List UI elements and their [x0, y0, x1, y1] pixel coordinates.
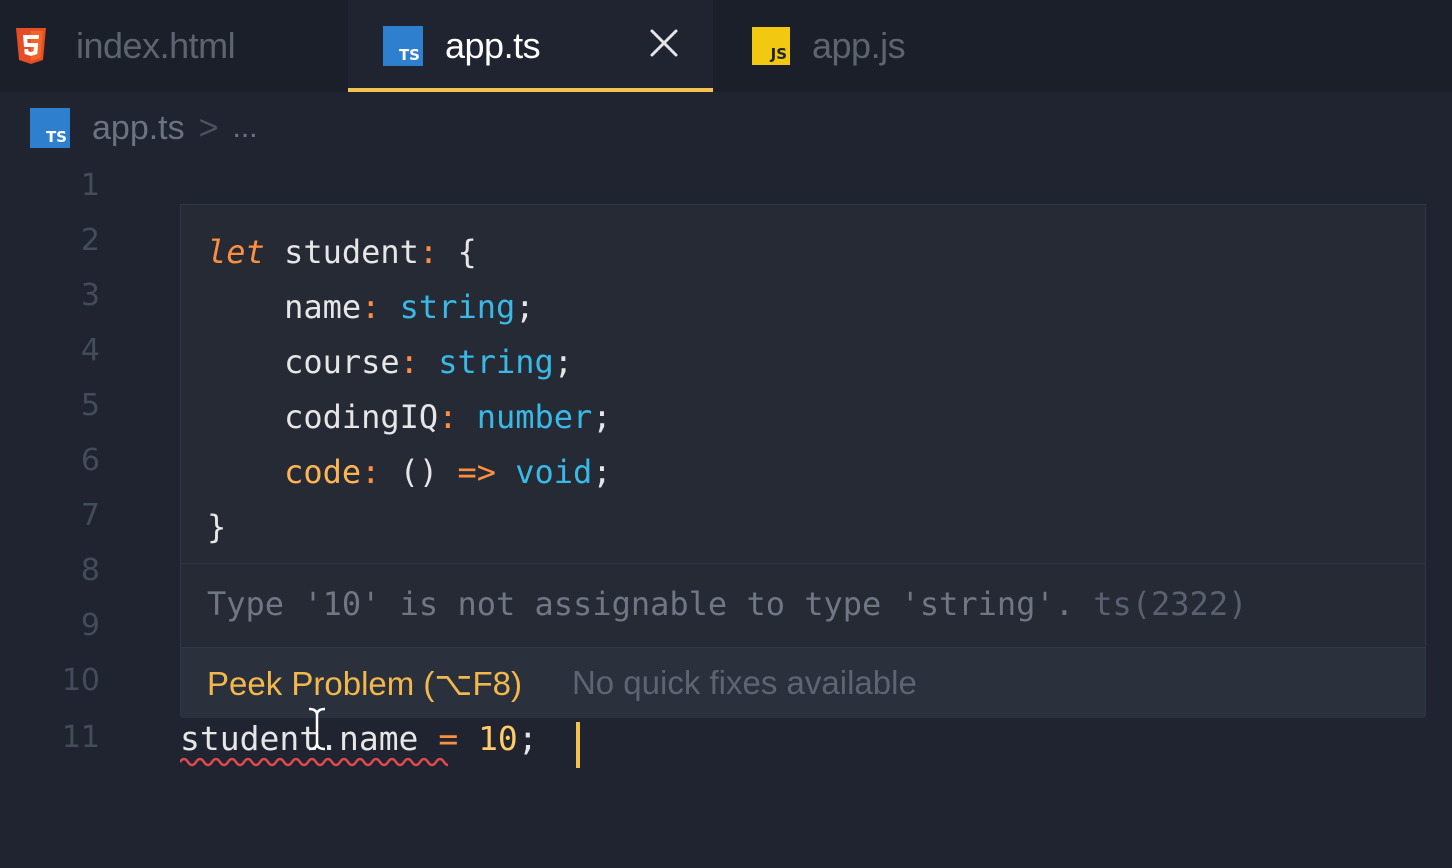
code-type: void [515, 453, 593, 491]
code-property: codingIQ [284, 398, 439, 436]
hover-divider [181, 563, 1425, 564]
js-badge-text: JS [770, 45, 787, 63]
no-quick-fixes-text: No quick fixes available [571, 664, 917, 701]
line-number: 9 [80, 608, 100, 643]
breadcrumb-more[interactable]: ... [232, 111, 257, 145]
code-identifier: student [180, 719, 320, 758]
text-cursor [576, 722, 580, 768]
breadcrumb-file[interactable]: app.ts [92, 109, 185, 148]
line-number: 5 [80, 388, 100, 423]
ts-badge-text: TS [45, 128, 67, 146]
diagnostic-message: Type '10' is not assignable to type 'str… [207, 585, 1247, 623]
line-number: 6 [80, 443, 100, 478]
code-property: name [338, 719, 419, 758]
code-semicolon: ; [592, 453, 612, 491]
code-property: name [284, 288, 362, 326]
code-type: string [438, 343, 554, 381]
editor-window: index.html TS app.ts JS app.js TS app.ts… [0, 0, 1452, 868]
code-colon: : [399, 343, 419, 381]
code-colon: : [438, 398, 458, 436]
code-semicolon: ; [515, 288, 535, 326]
code-parens: () [399, 453, 439, 491]
code-colon: : [361, 453, 381, 491]
code-colon: : [418, 233, 439, 271]
hover-actions-bar: Peek Problem (⌥F8) No quick fixes availa… [181, 647, 1425, 718]
code-brace: } [207, 508, 227, 546]
line-number: 1 [80, 168, 100, 203]
ibeam-cursor-icon [308, 707, 326, 751]
typescript-icon: TS [30, 108, 70, 148]
tab-bar: index.html TS app.ts JS app.js [0, 0, 1452, 92]
code-keyword: let [207, 233, 265, 271]
code-semicolon: ; [592, 398, 612, 436]
tab-label: app.ts [445, 25, 541, 66]
hover-type-signature: let student: { name: string; course: str… [207, 225, 612, 555]
javascript-icon: JS [752, 27, 790, 65]
diagnostic-code: ts(2322) [1093, 585, 1248, 623]
line-number: 4 [80, 333, 100, 368]
tab-app-js[interactable]: JS app.js [752, 0, 1052, 92]
hover-popup: let student: { name: string; course: str… [180, 204, 1426, 718]
code-type: number [476, 398, 593, 436]
code-semicolon: ; [553, 343, 574, 381]
tab-label: index.html [76, 25, 236, 66]
tab-label: app.js [812, 25, 906, 66]
code-type: string [399, 288, 516, 326]
error-squiggle [180, 757, 448, 767]
chevron-right-icon: > [198, 108, 219, 147]
line-number: 3 [80, 278, 100, 313]
code-property: course [284, 343, 400, 381]
typescript-icon: TS [383, 26, 423, 66]
html5-icon [16, 28, 46, 64]
tab-index-html[interactable]: index.html [14, 0, 344, 92]
code-number: 10 [478, 719, 518, 758]
close-icon[interactable] [648, 27, 680, 59]
breadcrumb: TS app.ts > ... [30, 106, 258, 150]
code-identifier: student [284, 233, 419, 271]
code-semicolon: ; [517, 719, 538, 758]
code-colon: : [361, 288, 381, 326]
tab-app-ts[interactable]: TS app.ts [348, 0, 713, 92]
code-operator: = [438, 719, 459, 758]
active-tab-indicator [348, 88, 713, 92]
line-number: 11 [61, 720, 100, 755]
peek-problem-link[interactable]: Peek Problem (⌥F8) [207, 664, 522, 703]
ts-badge-text: TS [398, 46, 420, 64]
code-method: code [284, 453, 362, 491]
line-number: 7 [80, 498, 100, 533]
code-arrow: => [457, 453, 496, 491]
line-number: 2 [80, 223, 100, 258]
diagnostic-text: Type '10' is not assignable to type 'str… [207, 585, 1074, 623]
line-number: 8 [80, 553, 100, 588]
code-brace: { [457, 233, 477, 271]
line-number: 10 [61, 663, 100, 698]
